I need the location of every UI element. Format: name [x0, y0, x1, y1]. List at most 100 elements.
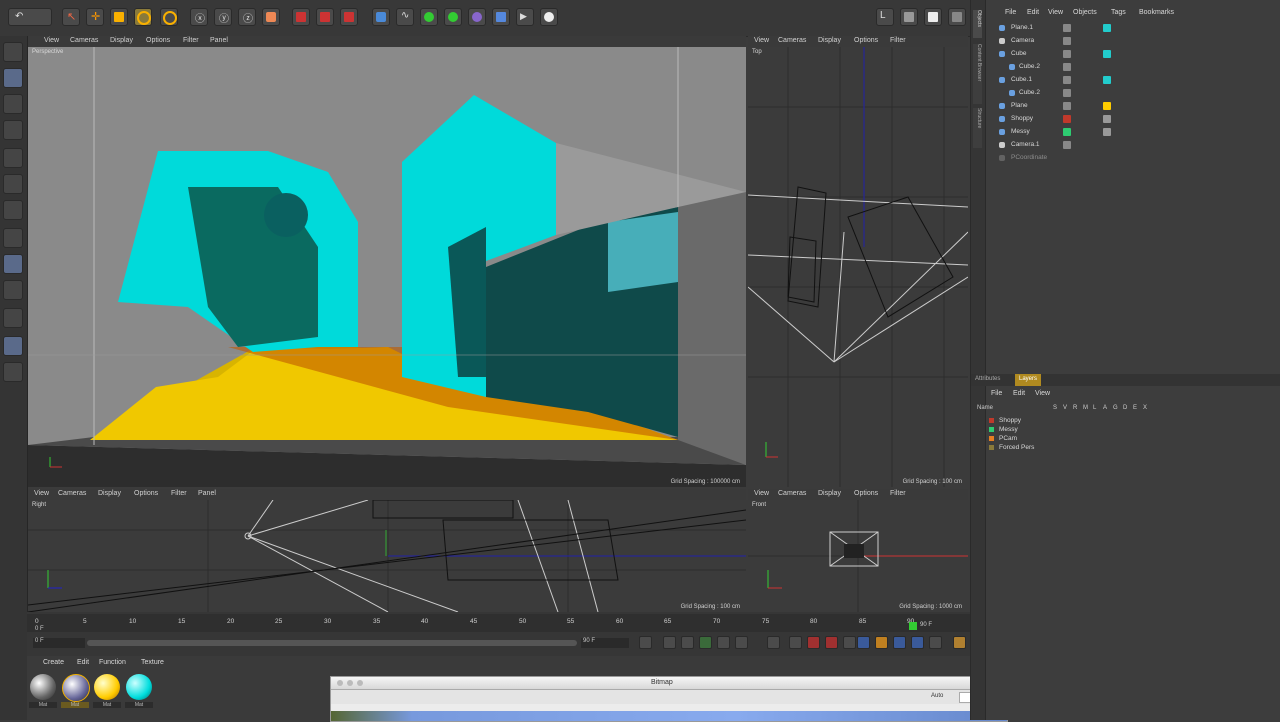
- menu-filter[interactable]: Filter: [183, 37, 199, 44]
- menu-cameras[interactable]: Cameras: [778, 37, 806, 44]
- tab-structure[interactable]: Structure: [973, 108, 982, 148]
- auto-label[interactable]: Auto: [931, 693, 943, 699]
- material-label[interactable]: Mat: [61, 702, 89, 708]
- menu-cameras[interactable]: Cameras: [778, 490, 806, 497]
- render-settings-icon[interactable]: [340, 8, 358, 26]
- object-name[interactable]: Cube.1: [1011, 76, 1032, 83]
- menu-options[interactable]: Options: [134, 490, 158, 497]
- menu-function[interactable]: Function: [99, 659, 126, 666]
- bitmap-title-bar[interactable]: Bitmap: [331, 677, 1007, 690]
- material-swatch[interactable]: [126, 674, 152, 700]
- rotate-tool-icon[interactable]: [134, 8, 152, 26]
- start-frame-field[interactable]: 0 F: [33, 638, 85, 648]
- record-keyframe-icon[interactable]: [807, 636, 820, 649]
- cube-object-icon[interactable]: [372, 8, 390, 26]
- material-label[interactable]: Mat: [29, 702, 57, 708]
- texture-tag-icon[interactable]: [1103, 76, 1111, 84]
- texture-mode-icon[interactable]: [3, 94, 23, 114]
- menu-file[interactable]: File: [991, 390, 1002, 397]
- menu-display[interactable]: Display: [818, 37, 841, 44]
- snap-icon[interactable]: [3, 280, 23, 300]
- render-picture-viewer-icon[interactable]: [316, 8, 334, 26]
- menu-edit[interactable]: Edit: [1027, 9, 1039, 16]
- menu-objects[interactable]: Objects: [1073, 9, 1097, 16]
- zoom-icon[interactable]: [357, 680, 363, 686]
- object-row[interactable]: Cube.1: [985, 74, 1280, 87]
- menu-bookmarks[interactable]: Bookmarks: [1139, 9, 1174, 16]
- go-to-start-icon[interactable]: [639, 636, 652, 649]
- perspective-viewport[interactable]: Perspective Grid Spacing : 100000 cm: [28, 47, 746, 487]
- close-icon[interactable]: [337, 680, 343, 686]
- record-parameter-icon[interactable]: [911, 636, 924, 649]
- menu-tags[interactable]: Tags: [1111, 9, 1126, 16]
- record-position-icon[interactable]: [857, 636, 870, 649]
- object-mode-icon[interactable]: [3, 68, 23, 88]
- model-mode-icon[interactable]: [3, 42, 23, 62]
- polygons-mode-icon[interactable]: [3, 200, 23, 220]
- record-rotation-icon[interactable]: [893, 636, 906, 649]
- texture-tag-icon[interactable]: [1103, 128, 1111, 136]
- layer-color-swatch[interactable]: [989, 418, 994, 423]
- object-name[interactable]: Messy: [1011, 128, 1030, 135]
- menu-options[interactable]: Options: [854, 490, 878, 497]
- object-row[interactable]: Camera.1: [985, 139, 1280, 152]
- object-name[interactable]: Cube.2: [1019, 89, 1040, 96]
- object-name[interactable]: Camera: [1011, 37, 1034, 44]
- object-name[interactable]: Plane.1: [1011, 24, 1033, 31]
- render-region-icon[interactable]: [924, 8, 942, 26]
- object-row[interactable]: Plane.1: [985, 22, 1280, 35]
- recent-tool-icon[interactable]: [160, 8, 178, 26]
- menu-options[interactable]: Options: [854, 37, 878, 44]
- play-icon[interactable]: [699, 636, 712, 649]
- bulb-icon[interactable]: [3, 362, 23, 382]
- material-label[interactable]: Mat: [125, 702, 153, 708]
- workplane-lock-icon[interactable]: [3, 308, 23, 328]
- next-key-icon[interactable]: [735, 636, 748, 649]
- layer-color-swatch[interactable]: [989, 436, 994, 441]
- solo-icon[interactable]: [3, 336, 23, 356]
- end-frame-field[interactable]: 90 F: [581, 638, 629, 648]
- material-swatch[interactable]: [30, 674, 56, 700]
- object-row[interactable]: Plane: [985, 100, 1280, 113]
- points-mode-icon[interactable]: [3, 148, 23, 168]
- menu-view[interactable]: View: [754, 490, 769, 497]
- front-viewport[interactable]: Front Grid Spacing : 1000 cm: [748, 500, 968, 612]
- object-name[interactable]: Cube.2: [1019, 63, 1040, 70]
- texture-tag-icon[interactable]: [1103, 50, 1111, 58]
- layer-name[interactable]: Messy: [999, 426, 1018, 433]
- y-axis-lock-icon[interactable]: ⓨ: [214, 8, 232, 26]
- object-row[interactable]: Messy: [985, 126, 1280, 139]
- timeline-ruler[interactable]: 0 5 10 15 20 25 30 35 40 45 50 55 60 65 …: [27, 614, 970, 632]
- key-properties-icon[interactable]: [843, 636, 856, 649]
- record-scale-icon[interactable]: [875, 636, 888, 649]
- material-label[interactable]: Mat: [93, 702, 121, 708]
- texture-tag-icon[interactable]: [1103, 24, 1111, 32]
- record-pla-icon[interactable]: [929, 636, 942, 649]
- x-axis-lock-icon[interactable]: ⓧ: [190, 8, 208, 26]
- object-row[interactable]: Cube.2: [985, 61, 1280, 74]
- playhead-marker[interactable]: [909, 622, 917, 630]
- tweak-mode-icon[interactable]: [3, 254, 23, 274]
- undo-button[interactable]: ↶: [8, 8, 52, 26]
- material-swatch[interactable]: [62, 674, 90, 702]
- tab-attributes[interactable]: Attributes: [975, 376, 1000, 382]
- menu-create[interactable]: Create: [43, 659, 64, 666]
- menu-filter[interactable]: Filter: [171, 490, 187, 497]
- coordinate-system-icon[interactable]: [262, 8, 280, 26]
- texture-tag-icon[interactable]: [1103, 115, 1111, 123]
- spline-icon[interactable]: ∿: [396, 8, 414, 26]
- axis-mode-icon[interactable]: [3, 228, 23, 248]
- scale-tool-icon[interactable]: [110, 8, 128, 26]
- object-row[interactable]: Camera: [985, 35, 1280, 48]
- menu-edit[interactable]: Edit: [1013, 390, 1025, 397]
- layer-name[interactable]: Shoppy: [999, 417, 1021, 424]
- menu-cameras[interactable]: Cameras: [58, 490, 86, 497]
- keyframe-selection-icon[interactable]: [789, 636, 802, 649]
- material-swatch[interactable]: [94, 674, 120, 700]
- object-name[interactable]: PCoordinate: [1011, 154, 1047, 161]
- select-tool-icon[interactable]: ↖: [62, 8, 80, 26]
- tab-layers[interactable]: Layers: [1015, 374, 1042, 386]
- timeline-menu-icon[interactable]: [953, 636, 966, 649]
- go-to-end-icon[interactable]: [767, 636, 780, 649]
- autokey-icon[interactable]: [825, 636, 838, 649]
